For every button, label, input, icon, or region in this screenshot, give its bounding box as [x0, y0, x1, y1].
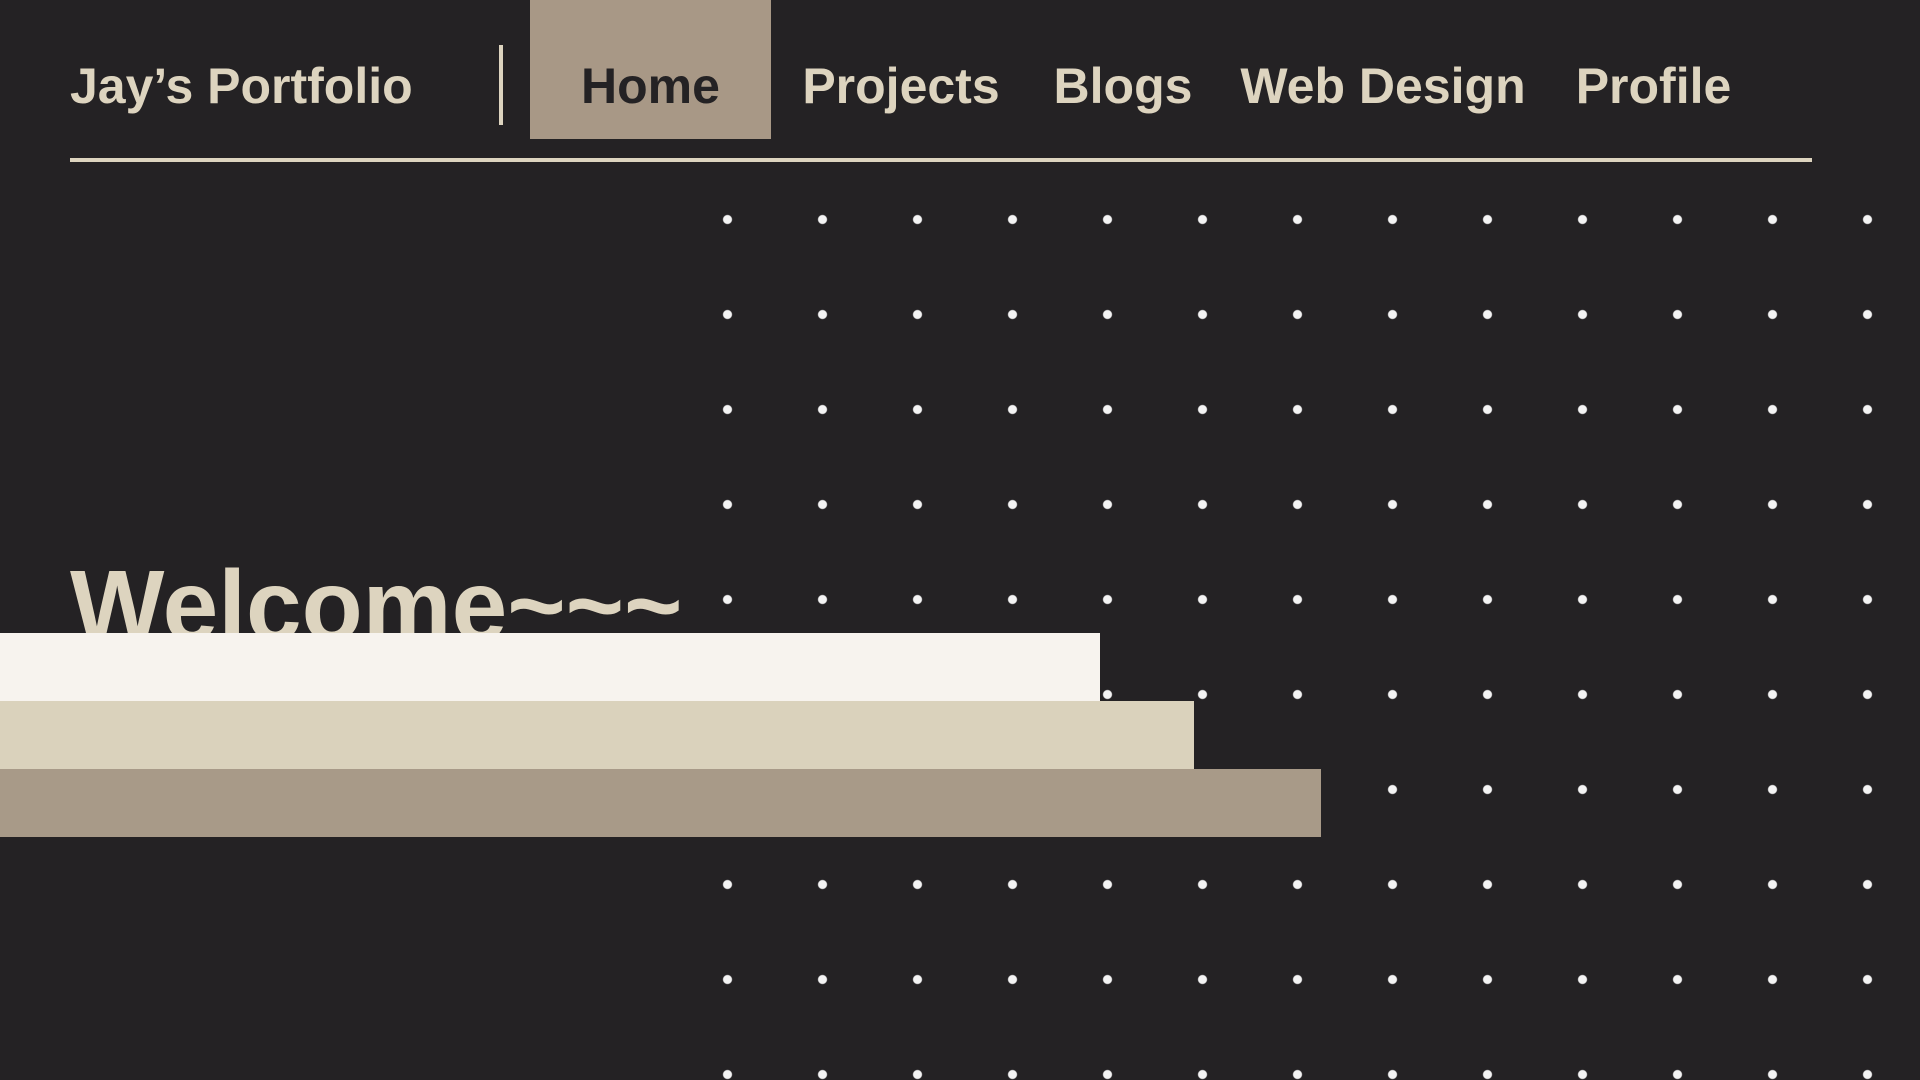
nav-item-projects[interactable]: Projects [771, 0, 1031, 139]
header-divider [70, 158, 1812, 162]
nav-item-blogs[interactable]: Blogs [1031, 0, 1215, 139]
decorative-stripe-beige [0, 701, 1194, 769]
nav-item-home[interactable]: Home [530, 0, 771, 139]
brand-divider [499, 45, 503, 125]
decorative-stripe-taupe [0, 769, 1321, 837]
decorative-stripe-white [0, 633, 1100, 701]
page: Jay’s Portfolio Home Projects Blogs Web … [0, 0, 1920, 1080]
main-nav: Home Projects Blogs Web Design Profile [530, 0, 1756, 139]
dot-grid-pattern [680, 172, 1920, 1080]
nav-item-profile[interactable]: Profile [1551, 0, 1756, 139]
nav-item-web-design[interactable]: Web Design [1215, 0, 1551, 139]
site-brand[interactable]: Jay’s Portfolio [70, 54, 413, 118]
